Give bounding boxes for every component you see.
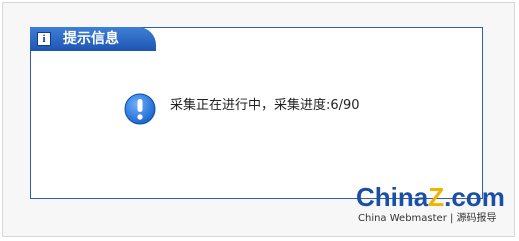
dialog-title: 提示信息	[63, 31, 119, 47]
info-icon: i	[37, 32, 51, 46]
dialog-title-tab: i 提示信息	[30, 27, 156, 51]
watermark-logo: ChinaZ.com	[356, 182, 505, 212]
exclamation-icon	[124, 93, 156, 125]
watermark-subtitle: China Webmaster | 源码报导	[358, 213, 497, 224]
progress-message: 采集正在进行中，采集进度:6/90	[170, 98, 360, 113]
watermark: ChinaZ.com China Webmaster | 源码报导	[356, 182, 516, 234]
